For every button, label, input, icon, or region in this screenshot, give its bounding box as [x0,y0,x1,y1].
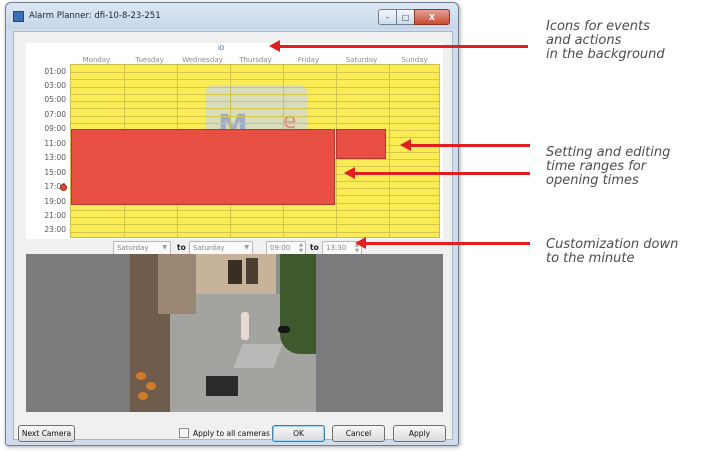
day-header-friday: Friday [297,56,320,64]
day-header-monday: Monday [82,56,111,64]
to-label: to [177,243,186,252]
to-time-value: 13:30 [326,244,347,252]
day-header-sunday: Sunday [401,56,428,64]
annotation-line: Icons for events [546,19,650,34]
to-label-time: to [310,243,319,252]
annotation-line: opening times [546,173,639,188]
to-day-select[interactable]: Saturday ▼ [189,241,253,255]
annotation-line: in the background [546,47,665,62]
time-label: 01:00 [44,67,66,76]
callout-arrow-ranges-2 [344,167,530,179]
app-icon [13,11,24,22]
close-button[interactable]: X [414,9,450,25]
day-header-thursday: Thursday [239,56,272,64]
time-label: 05:00 [44,95,66,104]
alarm-dot-icon [60,184,67,191]
time-label: 23:00 [44,225,66,234]
weekly-schedule: ID Monday Tuesday Wednesday Thursday Fri… [26,43,443,239]
time-label: 03:00 [44,81,66,90]
chevron-down-icon: ▼ [162,244,167,251]
apply-to-all-checkbox[interactable] [179,428,189,438]
time-range-saturday[interactable] [336,129,386,159]
time-label: 15:00 [44,168,66,177]
spinner-icon[interactable]: ▲▼ [299,242,303,254]
time-label: 21:00 [44,211,66,220]
annotation-line: and actions [546,33,622,48]
time-range-weekdays[interactable] [71,129,335,205]
cancel-button[interactable]: Cancel [332,425,385,442]
day-header-saturday: Saturday [345,56,378,64]
apply-button[interactable]: Apply [393,425,446,442]
alarm-planner-window: Alarm Planner: dfi-10-8-23-251 – □ X ID … [5,2,459,446]
window-client-area: ID Monday Tuesday Wednesday Thursday Fri… [13,31,453,442]
callout-arrow-ranges-1 [400,139,530,151]
time-label: 09:00 [44,124,66,133]
annotation-line: Setting and editing [546,145,671,160]
callout-arrow-icons [269,40,528,52]
annotation-line: time ranges for [546,159,647,174]
day-header-wednesday: Wednesday [182,56,223,64]
time-label: 19:00 [44,197,66,206]
title-bar: Alarm Planner: dfi-10-8-23-251 – □ X [6,3,458,29]
schedule-grid[interactable]: M e [70,64,440,238]
from-day-select[interactable]: Saturday ▼ [113,241,171,255]
apply-to-all-label: Apply to all cameras [193,429,270,438]
event-icon[interactable]: ID [218,45,224,52]
next-camera-button[interactable]: Next Camera [18,425,75,442]
time-label: 13:00 [44,153,66,162]
time-label: 07:00 [44,110,66,119]
day-header-tuesday: Tuesday [135,56,164,64]
from-time-input[interactable]: 09:00 ▲ ▼ [266,241,306,255]
maximize-button[interactable]: □ [396,9,415,25]
window-title: Alarm Planner: dfi-10-8-23-251 [29,11,161,21]
annotation-line: to the minute [546,251,635,266]
callout-arrow-minute [355,237,530,249]
to-day-value: Saturday [193,244,225,252]
minimize-button[interactable]: – [378,9,397,25]
annotation-icons: Icons for events and actions in the back… [546,20,665,62]
from-time-value: 09:00 [270,244,291,252]
annotation-editing: Setting and editing time ranges for open… [546,146,670,188]
camera-image [130,254,316,412]
annotation-line: Customization down [546,237,679,252]
from-day-value: Saturday [117,244,149,252]
camera-preview [26,254,443,412]
ok-button[interactable]: OK [272,425,325,442]
annotation-minute: Customization down to the minute [546,238,678,266]
chevron-down-icon: ▼ [244,244,249,251]
time-label: 11:00 [44,139,66,148]
